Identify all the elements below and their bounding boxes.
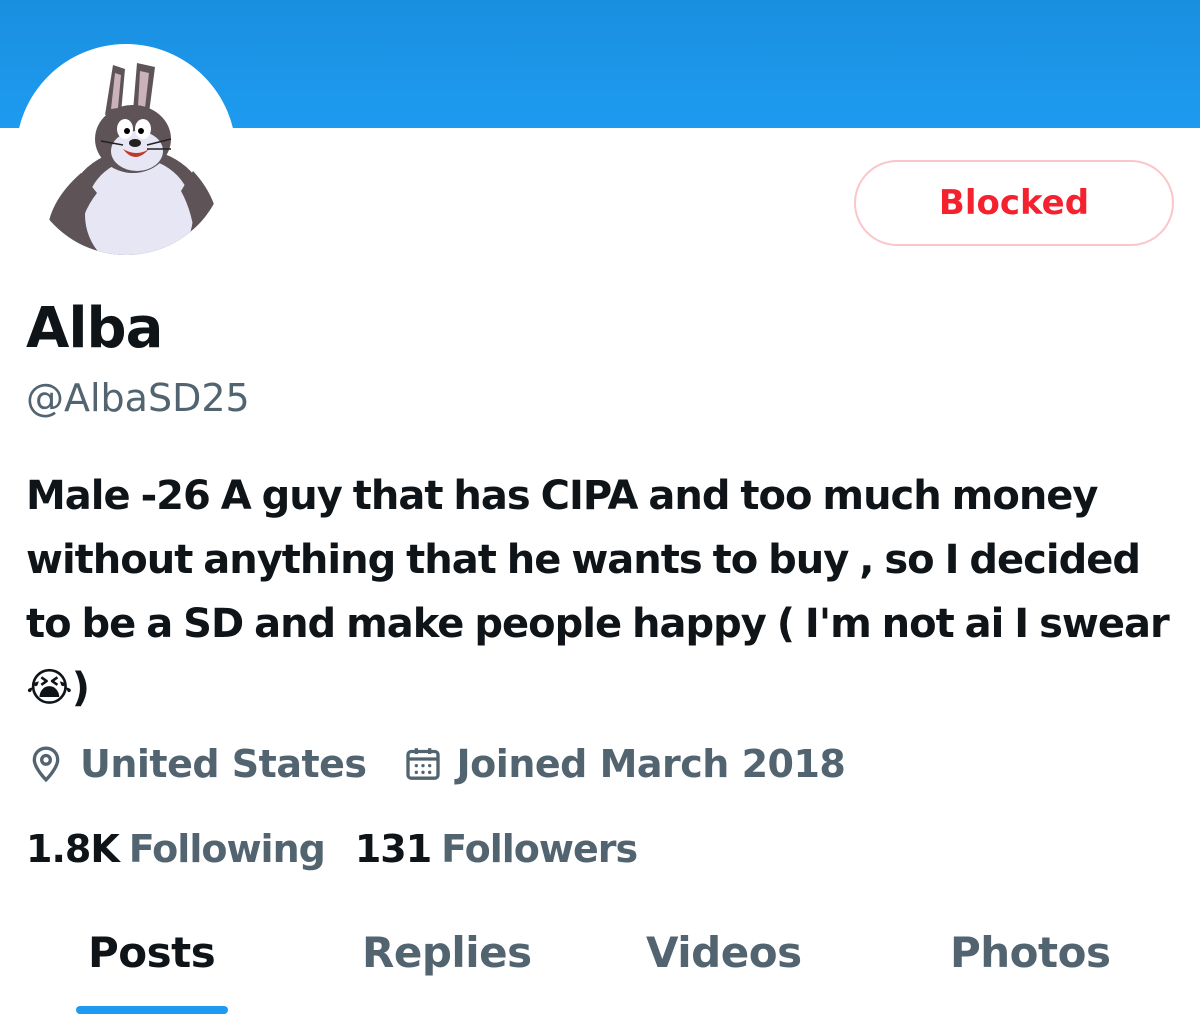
tab-replies[interactable]: Replies [362, 928, 532, 988]
followers-count: 131 [354, 827, 432, 871]
followers-label: Followers [441, 827, 638, 871]
location-text: United States [80, 742, 367, 786]
follow-stats: 1.8K Following 131 Followers [26, 824, 638, 874]
profile-tabs: Posts Replies Videos Photos [0, 900, 1200, 1016]
profile-bio: Male -26 A guy that has CIPA and too muc… [26, 473, 1170, 711]
location-pin-icon [32, 746, 60, 783]
avatar[interactable] [25, 53, 227, 255]
cartoon-chungus-avatar [47, 63, 220, 255]
following-label: Following [128, 827, 326, 871]
profile-meta: United States Joined March 2018 [26, 738, 846, 790]
followers-link[interactable]: 131 Followers [354, 827, 638, 871]
location-item: United States [26, 742, 367, 786]
tab-photos[interactable]: Photos [950, 928, 1111, 988]
following-link[interactable]: 1.8K Following [26, 827, 326, 871]
display-name: Alba [26, 296, 163, 361]
joined-text: Joined March 2018 [456, 742, 846, 786]
user-handle: @AlbaSD25 [26, 376, 250, 420]
calendar-icon [405, 748, 440, 780]
tab-posts[interactable]: Posts [88, 928, 216, 988]
following-count: 1.8K [26, 827, 120, 871]
tab-videos[interactable]: Videos [646, 928, 802, 988]
blocked-button[interactable]: Blocked [854, 160, 1174, 246]
active-tab-indicator [76, 1006, 228, 1014]
joined-item: Joined March 2018 [403, 742, 846, 786]
